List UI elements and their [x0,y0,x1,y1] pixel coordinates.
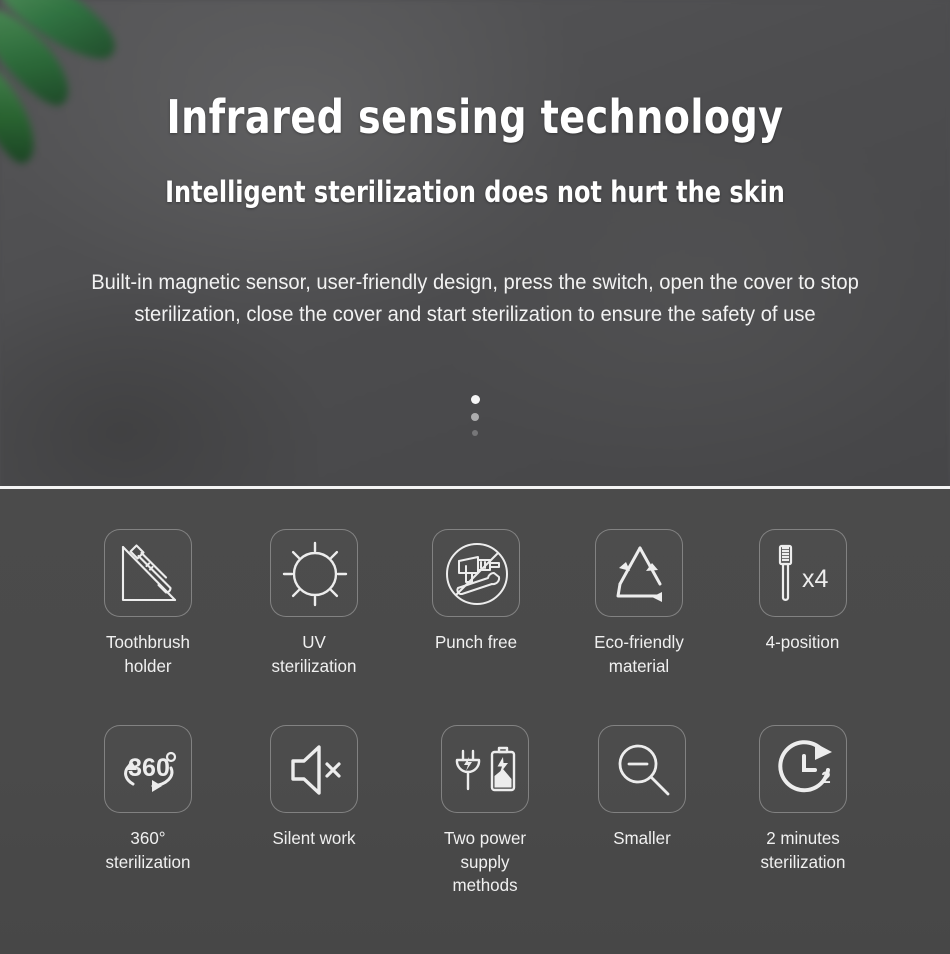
feature-item-2-minutes-sterilization: 2 2 minutes sterilization [748,725,858,874]
feature-tile: x4 [758,529,847,617]
feature-label: UV sterilization [271,632,357,676]
feature-tile [598,725,686,813]
magnifier-minus-icon [618,744,670,796]
feature-item-4-position: x4 4-position [755,529,850,655]
feature-label: 4-position [765,632,840,652]
feature-item-smaller: Smaller [590,725,694,851]
page-title: Infrared sensing technology [166,90,784,144]
feature-item-eco-friendly: Eco-friendly material [570,529,708,678]
svg-text:2: 2 [821,768,830,787]
toothbrush-holder-icon [121,544,177,602]
feature-label: Toothbrush holder [106,632,190,676]
feature-item-uv-sterilization: UV sterilization [262,529,366,678]
scroll-dot-2 [471,413,479,421]
toothbrush-x4-icon: x4 [778,544,829,601]
hero-section: Infrared sensing technology Intelligent … [0,0,950,488]
feature-item-silent-work: Silent work [262,725,366,851]
recycle-icon [616,546,662,602]
feature-tile [432,529,520,617]
360-degree-icon: 360 [124,751,177,792]
scroll-dot-3 [472,430,478,436]
feature-label: Punch free [434,632,518,652]
feature-tile: 2 [759,725,847,813]
product-feature-page: Infrared sensing technology Intelligent … [0,0,950,954]
feature-item-two-power-supply: Two power supply methods [424,725,546,898]
scroll-dot-1 [470,395,480,404]
scroll-hint-dots [0,395,950,436]
feature-label: 2 minutes sterilization [760,828,846,872]
plug-battery-icon [455,746,516,792]
page-subtitle: Intelligent sterilization does not hurt … [165,174,785,209]
feature-tile: 360 [104,725,192,813]
section-divider [0,486,950,489]
feature-tile [441,725,529,813]
feature-label: 360° sterilization [105,828,191,872]
svg-text:x4: x4 [802,565,829,593]
feature-item-toothbrush-holder: Toothbrush holder [96,529,200,678]
features-section: Toothbrush holder UV sterilization Punch… [0,489,950,954]
feature-label: Silent work [272,828,356,848]
uv-sun-icon [282,541,348,607]
feature-item-punch-free: Punch free [424,529,528,655]
feature-tile [270,725,358,813]
mute-speaker-icon [291,745,341,795]
clock-timer-2-icon: 2 [778,740,832,793]
no-drill-punch-free-icon [446,543,508,605]
feature-label: Smaller [613,828,671,848]
feature-tile [595,529,683,617]
feature-label: Two power supply methods [443,828,527,896]
feature-label: Eco-friendly material [594,632,684,676]
feature-tile [270,529,358,617]
hero-description: Built-in magnetic sensor, user-friendly … [91,270,859,326]
feature-item-360-sterilization: 360 360° sterilization [96,725,200,874]
feature-tile [104,529,192,617]
